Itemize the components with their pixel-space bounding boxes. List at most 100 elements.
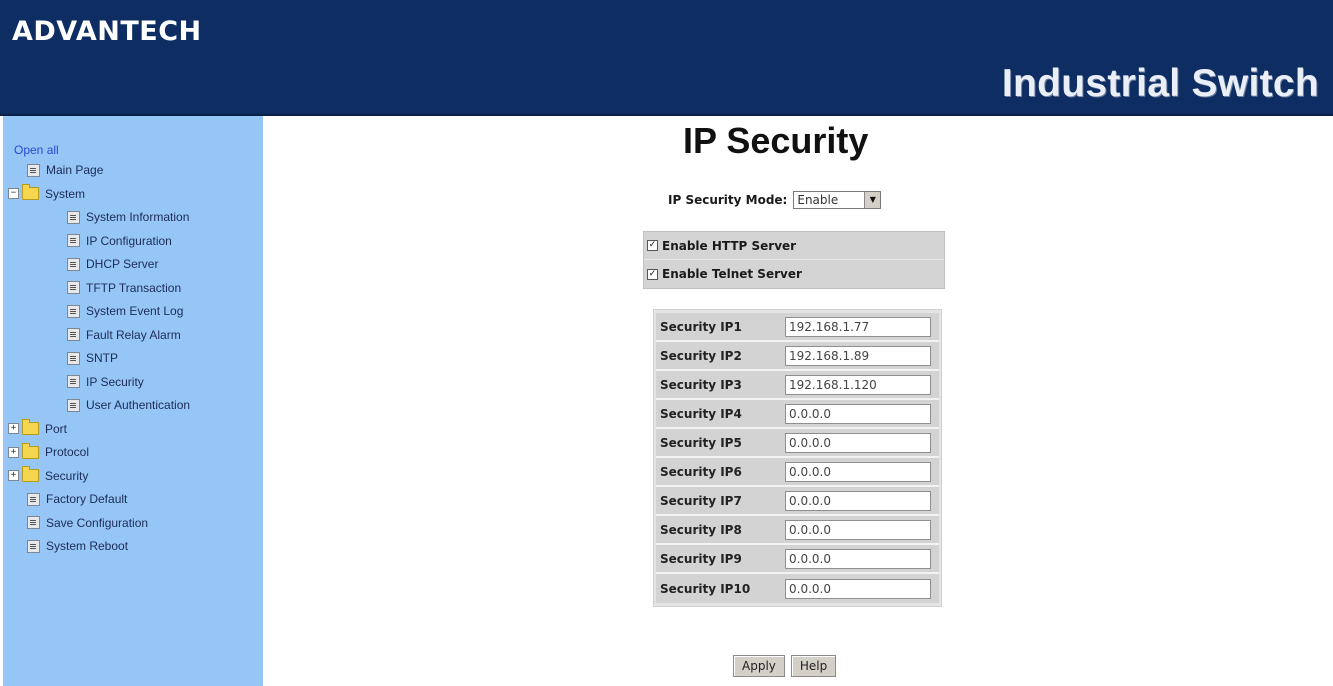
help-button[interactable]: Help <box>790 655 837 677</box>
sidebar-item-save-configuration[interactable]: Save Configuration <box>27 513 148 533</box>
checkbox-label: Enable HTTP Server <box>662 238 797 253</box>
page-icon <box>67 281 80 294</box>
page-icon <box>67 351 80 365</box>
sidebar-item-ip-configuration[interactable]: IP Configuration <box>67 231 172 251</box>
security-ip-input[interactable]: 0.0.0.0 <box>785 578 931 599</box>
expand-icon[interactable]: + <box>8 446 19 458</box>
security-ip-label: Security IP8 <box>660 522 742 537</box>
ip-security-mode-label: IP Security Mode: <box>668 193 788 207</box>
sidebar-item-label: TFTP Transaction <box>86 280 182 295</box>
security-ip-label: Security IP7 <box>660 493 742 508</box>
security-ip-row: Security IP9 0.0.0.0 <box>656 545 939 574</box>
checkbox[interactable]: ✓ <box>647 240 658 251</box>
sidebar-item-system[interactable]: − System <box>8 184 85 204</box>
sidebar-item-label: Fault Relay Alarm <box>86 327 181 342</box>
sidebar-item-label: Port <box>45 421 68 436</box>
sidebar-item-dhcp-server[interactable]: DHCP Server <box>67 254 158 274</box>
apply-button[interactable]: Apply <box>733 655 785 677</box>
page-icon <box>27 163 40 177</box>
server-options: ✓ Enable HTTP Server ✓ Enable Telnet Server <box>643 231 945 289</box>
security-ip-label: Security IP2 <box>660 348 742 363</box>
ip-security-mode-row: IP Security Mode: Enable ▼ <box>668 191 882 209</box>
page-icon <box>67 304 80 318</box>
ip-security-mode-value: Enable <box>797 193 839 207</box>
security-ip-row: Security IP3 192.168.1.120 <box>656 371 939 400</box>
sidebar-item-label: System Event Log <box>86 304 184 318</box>
sidebar-item-label: Main Page <box>46 163 104 177</box>
chevron-down-icon[interactable]: ▼ <box>864 192 881 208</box>
security-ip-row: Security IP2 192.168.1.89 <box>656 342 939 371</box>
page-icon <box>27 492 40 506</box>
sidebar-item-system-reboot[interactable]: System Reboot <box>27 536 128 556</box>
sidebar-item-label: System Reboot <box>46 539 129 553</box>
page-icon <box>27 539 40 553</box>
expand-icon[interactable]: + <box>8 470 19 481</box>
folder-icon <box>22 442 39 459</box>
folder-icon <box>22 184 39 200</box>
sidebar-item-port[interactable]: + Port <box>8 419 67 439</box>
collapse-icon[interactable]: − <box>8 188 19 199</box>
sidebar-item-ip-security[interactable]: IP Security <box>67 372 144 392</box>
page-title: IP Security <box>683 120 869 161</box>
folder-icon <box>22 419 39 435</box>
page-icon <box>67 398 80 412</box>
security-ip-input[interactable]: 0.0.0.0 <box>785 548 931 569</box>
page-icon <box>67 234 80 247</box>
security-ip-input[interactable]: 192.168.1.120 <box>785 374 931 395</box>
brand-logo: ADVANTECH <box>12 16 202 47</box>
form-buttons: Apply Help <box>733 655 837 677</box>
security-ip-input[interactable]: 0.0.0.0 <box>785 432 931 453</box>
checkbox-row[interactable]: ✓ Enable Telnet Server <box>644 260 944 288</box>
ip-security-mode-select[interactable]: Enable ▼ <box>793 191 882 209</box>
page-icon <box>67 210 80 224</box>
sidebar-item-sntp[interactable]: SNTP <box>67 348 118 368</box>
security-ip-table: Security IP1 192.168.1.77 Security IP2 192.… <box>653 309 942 607</box>
page-icon <box>27 516 40 529</box>
security-ip-row: Security IP4 0.0.0.0 <box>656 400 939 429</box>
security-ip-input[interactable]: 0.0.0.0 <box>785 519 931 540</box>
security-ip-label: Security IP6 <box>660 464 742 479</box>
sidebar-item-label: IP Security <box>86 374 144 389</box>
open-all-link[interactable]: Open all <box>14 140 59 160</box>
security-ip-label: Security IP3 <box>660 377 742 392</box>
security-ip-label: Security IP1 <box>660 319 742 334</box>
security-ip-input[interactable]: 192.168.1.89 <box>785 345 931 366</box>
sidebar-item-tftp-transaction[interactable]: TFTP Transaction <box>67 278 181 298</box>
sidebar-item-label: Save Configuration <box>46 515 149 530</box>
checkbox[interactable]: ✓ <box>647 268 658 280</box>
sidebar-item-label: DHCP Server <box>86 257 159 271</box>
sidebar-item-label: Factory Default <box>46 492 128 506</box>
sidebar-item-label: System <box>45 186 86 201</box>
security-ip-input[interactable]: 0.0.0.0 <box>785 403 931 424</box>
sidebar-item-fault-relay-alarm[interactable]: Fault Relay Alarm <box>67 325 181 345</box>
security-ip-row: Security IP10 0.0.0.0 <box>656 574 939 603</box>
header-banner: ADVANTECH Industrial Switch <box>0 0 1333 116</box>
sidebar-item-protocol[interactable]: + Protocol <box>8 442 89 462</box>
security-ip-label: Security IP4 <box>660 406 742 421</box>
checkbox-row[interactable]: ✓ Enable HTTP Server <box>644 232 944 260</box>
security-ip-row: Security IP5 0.0.0.0 <box>656 429 939 458</box>
sidebar-item-system-information[interactable]: System Information <box>67 207 189 227</box>
sidebar-item-label: IP Configuration <box>86 233 172 248</box>
security-ip-row: Security IP6 0.0.0.0 <box>656 458 939 487</box>
sidebar-item-label: System Information <box>86 210 190 224</box>
sidebar: Open all Main Page − System System Informat… <box>3 116 263 686</box>
page-icon <box>67 375 80 388</box>
sidebar-item-system-event-log[interactable]: System Event Log <box>67 301 183 321</box>
sidebar-item-label: SNTP <box>86 351 119 365</box>
security-ip-label: Security IP9 <box>660 551 742 566</box>
checkbox-label: Enable Telnet Server <box>662 267 802 281</box>
security-ip-input[interactable]: 192.168.1.77 <box>785 316 931 337</box>
sidebar-item-user-authentication[interactable]: User Authentication <box>67 395 190 415</box>
sidebar-item-security[interactable]: + Security <box>8 466 88 486</box>
security-ip-input[interactable]: 0.0.0.0 <box>785 490 931 511</box>
page-icon <box>67 328 80 341</box>
sidebar-item-factory-default[interactable]: Factory Default <box>27 489 127 509</box>
sidebar-item-label: Security <box>45 468 89 483</box>
sidebar-item-main-page[interactable]: Main Page <box>27 160 103 180</box>
folder-icon <box>22 466 39 482</box>
security-ip-row: Security IP7 0.0.0.0 <box>656 487 939 516</box>
security-ip-input[interactable]: 0.0.0.0 <box>785 461 931 482</box>
security-ip-label: Security IP5 <box>660 435 742 450</box>
expand-icon[interactable]: + <box>8 423 19 434</box>
